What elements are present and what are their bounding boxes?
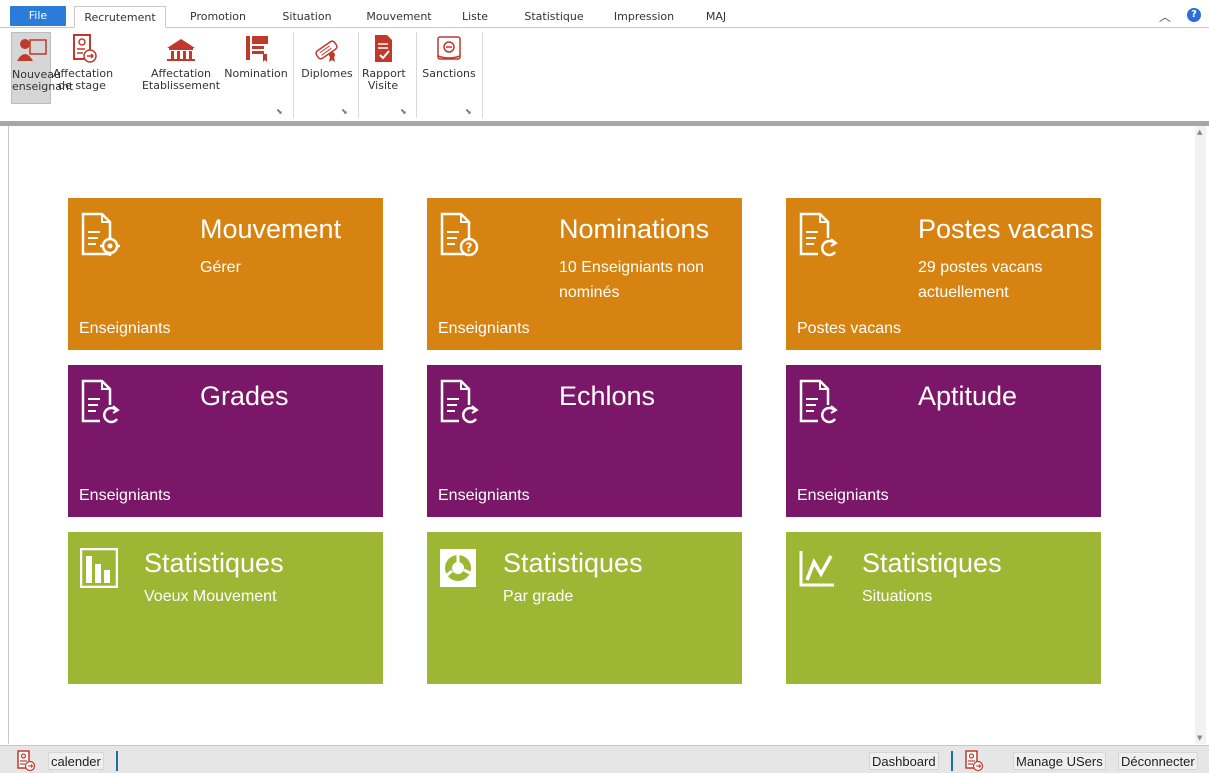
deconnecter-button[interactable]: Déconnecter — [1118, 752, 1198, 770]
help-icon[interactable]: ? — [1187, 8, 1201, 22]
affectation-stage-label-2: de stage — [58, 79, 106, 92]
tile-title: Statistiques — [503, 548, 643, 578]
rapport-visite-button[interactable]: Rapport Visite — [362, 32, 406, 104]
report-check-icon — [366, 34, 400, 64]
tile-statistiques-situations[interactable]: Statistiques Situations — [786, 532, 1101, 684]
ribbon-panel: Nouveau enseignant Affectation de stage — [0, 27, 1209, 121]
dashboard-button[interactable]: Dashboard — [869, 752, 939, 770]
tile-aptitude[interactable]: Aptitude Enseigniants — [786, 365, 1101, 517]
document-person-arrow-icon[interactable] — [15, 750, 37, 772]
nouveau-label-2: enseignant — [12, 80, 74, 93]
tile-echlons[interactable]: Echlons Enseigniants — [427, 365, 742, 517]
bar-chart-icon — [80, 548, 118, 588]
nomination-button[interactable]: Nomination — [222, 32, 290, 104]
tile-statistiques-grade[interactable]: Statistiques Par grade — [427, 532, 742, 684]
document-person-arrow-icon[interactable] — [963, 750, 985, 772]
tile-footer: Postes vacans — [797, 320, 902, 337]
tile-grades[interactable]: Grades Enseigniants — [68, 365, 383, 517]
tab-liste[interactable]: Liste — [452, 6, 498, 28]
tab-situation[interactable]: Situation — [270, 6, 344, 28]
manage-users-button[interactable]: Manage USers — [1013, 752, 1106, 770]
tile-nominations[interactable]: ? Nominations 10 Enseigniants non nominé… — [427, 198, 742, 350]
nomination-label: Nomination — [224, 67, 288, 80]
scroll-down-icon[interactable]: ▼ — [1197, 734, 1202, 742]
document-refresh-icon — [799, 379, 838, 425]
teacher-board-icon — [14, 35, 48, 65]
document-gear-icon — [81, 212, 120, 256]
ribbon-tab-bar: File Recrutement Promotion Situation Mou… — [0, 0, 1209, 28]
sanctions-button[interactable]: Sanctions — [420, 32, 478, 104]
nouveau-enseignant-button[interactable]: Nouveau enseignant — [11, 32, 74, 104]
affectation-stage-button[interactable]: Affectation de stage — [53, 32, 113, 104]
ribbon-separator — [293, 32, 294, 118]
sanctions-group-launcher-icon[interactable]: ⬊ — [465, 108, 473, 116]
diploma-scroll-icon — [310, 34, 344, 64]
tile-statistiques-voeux[interactable]: Statistiques Voeux Mouvement — [68, 532, 383, 684]
ribbon-separator — [358, 32, 359, 118]
diplomes-label: Diplomes — [301, 67, 353, 80]
scroll-up-icon[interactable]: ▲ — [1197, 128, 1202, 136]
line-chart-icon — [799, 551, 834, 587]
tab-promotion[interactable]: Promotion — [178, 6, 258, 28]
tile-postes-vacans[interactable]: Postes vacans 29 postes vacans actuellem… — [786, 198, 1101, 350]
ribbon-separator — [416, 32, 417, 118]
tile-subtitle: Situations — [862, 588, 933, 605]
document-refresh-icon — [799, 212, 838, 258]
status-bar: calender Dashboard Manage USers Déconnec… — [0, 745, 1209, 773]
status-divider — [951, 751, 953, 771]
tile-title: Postes vacans — [918, 214, 1094, 244]
tile-subtitle: Gérer — [200, 259, 241, 276]
tile-footer: Enseigniants — [438, 487, 530, 504]
pie-chart-icon — [440, 549, 476, 587]
tile-footer: Enseigniants — [797, 487, 889, 504]
ribbon-separator — [482, 32, 483, 118]
nomination-group-launcher-icon[interactable]: ⬊ — [276, 108, 284, 116]
tile-footer: Enseigniants — [438, 320, 530, 337]
affectation-etab-label-2: Etablissement — [141, 79, 221, 92]
document-refresh-icon — [81, 379, 120, 425]
sanctions-book-icon — [432, 34, 466, 64]
status-divider — [116, 751, 118, 771]
tile-subtitle: 10 Enseigniants non nominés — [559, 259, 704, 301]
collapse-ribbon-icon[interactable]: ︿ — [1159, 8, 1171, 25]
tile-subtitle: 29 postes vacans actuellement — [918, 259, 1043, 301]
tile-title: Aptitude — [918, 381, 1018, 411]
diplomes-group-launcher-icon[interactable]: ⬊ — [341, 108, 349, 116]
tab-recrutement[interactable]: Recrutement — [74, 6, 166, 28]
rapport-label-2: Visite — [367, 79, 399, 92]
tile-footer: Enseigniants — [79, 487, 171, 504]
svg-text:?: ? — [466, 241, 473, 255]
affectation-etablissement-button[interactable]: Affectation Etablissement — [141, 32, 221, 104]
tile-title: Nominations — [559, 214, 710, 244]
tile-title: Mouvement — [200, 214, 342, 244]
tile-title: Statistiques — [144, 548, 284, 578]
document-question-icon: ? — [440, 212, 479, 257]
calender-button[interactable]: calender — [48, 752, 104, 770]
tab-maj[interactable]: MAJ — [694, 6, 738, 28]
vertical-scrollbar[interactable]: ▲ ▼ — [1195, 126, 1206, 744]
building-icon — [164, 34, 198, 64]
diplomes-button[interactable]: Diplomes — [298, 32, 356, 104]
tile-mouvement[interactable]: Mouvement Gérer Enseigniants — [68, 198, 383, 350]
tile-subtitle: Par grade — [503, 588, 574, 605]
tile-subtitle: Voeux Mouvement — [144, 588, 277, 605]
nomination-document-icon — [239, 34, 273, 64]
tile-title: Grades — [200, 381, 289, 411]
tab-file[interactable]: File — [10, 6, 66, 26]
document-refresh-icon — [440, 379, 479, 425]
tab-statistique[interactable]: Statistique — [514, 6, 594, 28]
tile-title: Statistiques — [862, 548, 1002, 578]
tile-title: Echlons — [559, 381, 656, 411]
tab-impression[interactable]: Impression — [604, 6, 684, 28]
rapport-group-launcher-icon[interactable]: ⬊ — [400, 108, 408, 116]
tab-mouvement[interactable]: Mouvement — [356, 6, 442, 28]
tile-footer: Enseigniants — [79, 320, 171, 337]
document-person-arrow-icon — [65, 34, 99, 64]
sanctions-label: Sanctions — [422, 67, 476, 80]
